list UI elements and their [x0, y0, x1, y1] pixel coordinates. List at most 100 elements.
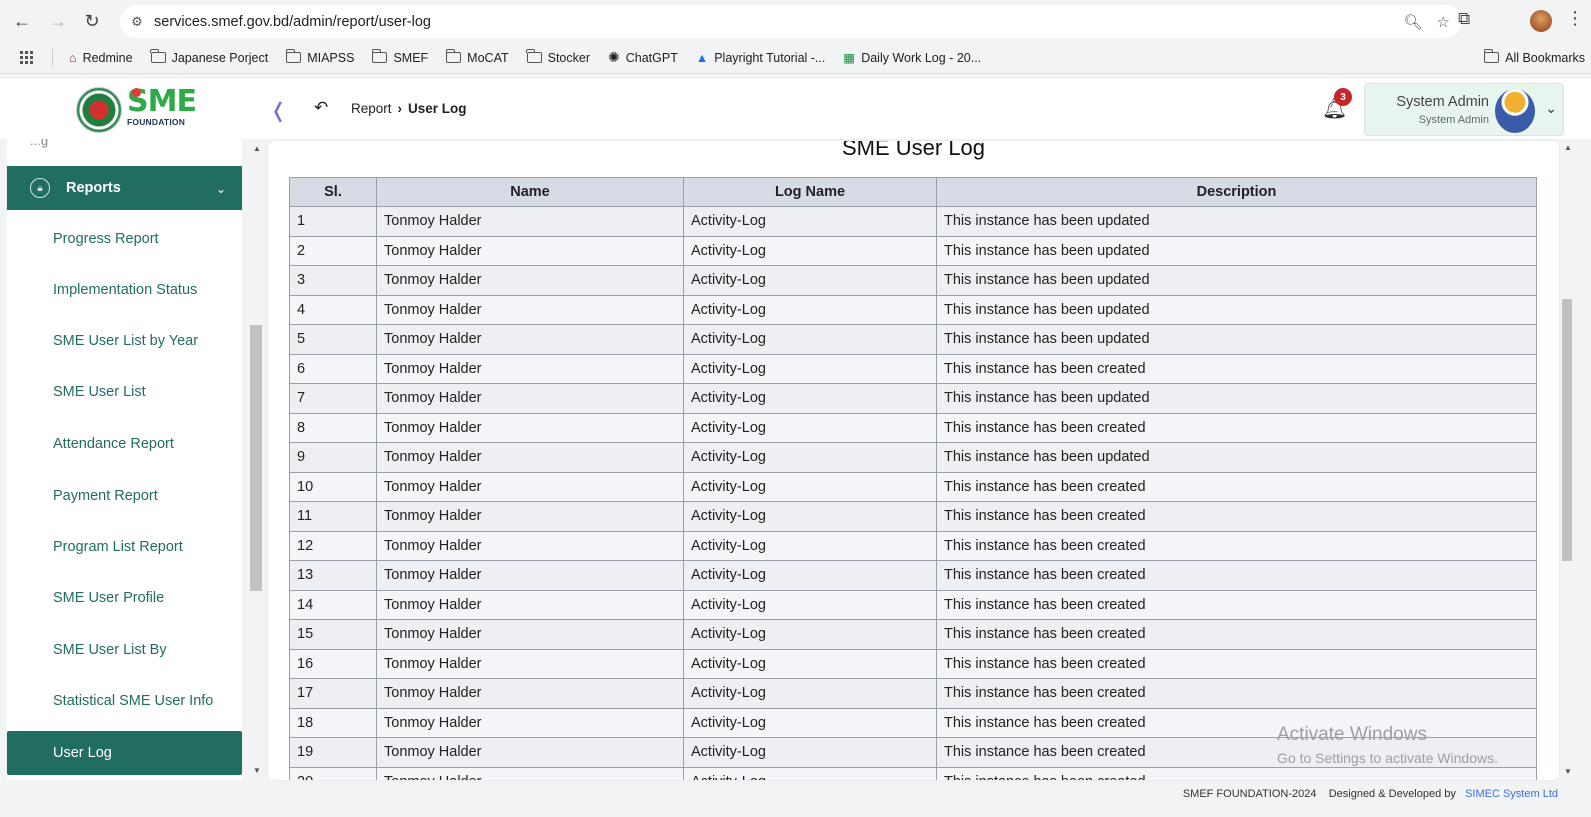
breadcrumb-current: User Log [408, 101, 467, 116]
sidebar-item-sme-user-profile[interactable]: SME User Profile [53, 590, 164, 606]
site-info-icon[interactable]: ⚙ [120, 14, 154, 30]
sidebar-item-program-list-report[interactable]: Program List Report [53, 539, 183, 555]
sidebar-item-sme-user-list-by-year[interactable]: SME User List by Year [53, 333, 198, 349]
user-menu[interactable]: System Admin System Admin ⌄ [1364, 83, 1564, 136]
footer-company-link[interactable]: SIMEC System Ltd [1465, 788, 1558, 800]
cell-sl: 7 [289, 383, 377, 414]
profile-avatar[interactable] [1530, 10, 1552, 32]
address-bar[interactable]: ⚙ services.smef.gov.bd/admin/report/user… [120, 5, 1462, 38]
cell-description: This instance has been updated [936, 442, 1537, 473]
bookmarks-bar: ⌂ Redmine Japanese Porject MIAPSS SMEF Mo… [0, 42, 1591, 74]
forward-arrow-icon[interactable]: → [46, 9, 70, 33]
table-row: 1 Tonmoy Halder Activity-Log This instance … [289, 206, 1537, 237]
table-row: 4 Tonmoy Halder Activity-Log This instance … [289, 294, 1537, 325]
cell-log-name: Activity-Log [683, 619, 937, 650]
folder-icon [445, 49, 462, 63]
sidebar-item-implementation-status[interactable]: Implementation Status [53, 282, 197, 298]
bookmark-star-icon[interactable]: ☆ [1437, 13, 1450, 31]
sme-foundation-logo[interactable]: SME FOUNDATION [127, 87, 197, 133]
bookmark-japanese-porject[interactable]: Japanese Porject [150, 49, 268, 65]
all-bookmarks[interactable]: All Bookmarks [1483, 49, 1585, 65]
reload-icon[interactable]: ↻ [80, 9, 104, 33]
sidebar-item-attendance-report[interactable]: Attendance Report [53, 436, 174, 452]
page-scrollbar[interactable]: ▲ ▼ [1561, 139, 1575, 780]
cell-sl: 4 [289, 294, 377, 325]
logo-dot [132, 88, 141, 97]
bookmark-stocker[interactable]: Stocker [526, 49, 590, 65]
table-row: 15 Tonmoy Halder Activity-Log This instance… [289, 619, 1537, 650]
bookmark-smef[interactable]: SMEF [371, 49, 428, 65]
bookmark-mocat[interactable]: MoCAT [445, 49, 509, 65]
cell-log-name: Activity-Log [683, 678, 937, 709]
sidebar-section-label: Reports [66, 180, 121, 196]
sidebar-item-sme-user-list[interactable]: SME User List [53, 384, 146, 400]
table-row: 9 Tonmoy Halder Activity-Log This instance … [289, 442, 1537, 473]
sidebar-scrollbar[interactable]: ▲ ▼ [250, 139, 264, 780]
sidebar-item-partial[interactable]: ...g [30, 139, 48, 148]
breadcrumb-report[interactable]: Report [351, 101, 392, 116]
user-log-table: Sl. Name Log Name Description 1 Tonmoy Ha… [289, 177, 1537, 780]
sidebar-item-progress-report[interactable]: Progress Report [53, 231, 159, 247]
cell-name: Tonmoy Halder [376, 707, 684, 738]
sidebar: ...g 🔒︎ Reports ⌄ Progress Report Implem… [7, 139, 242, 780]
table-row: 17 Tonmoy Halder Activity-Log This instance… [289, 678, 1537, 709]
url-text[interactable]: services.smef.gov.bd/admin/report/user-l… [154, 14, 1404, 30]
more-menu-icon[interactable]: ⋮ [1566, 8, 1584, 29]
cell-log-name: Activity-Log [683, 294, 937, 325]
cell-sl: 20 [289, 766, 377, 780]
chevron-down-icon[interactable]: ⌄ [1545, 100, 1557, 117]
activate-windows-watermark: Activate Windows Go to Settings to activ… [1277, 724, 1498, 766]
table-row: 16 Tonmoy Halder Activity-Log This instance… [289, 648, 1537, 679]
back-icon[interactable]: ↶ [314, 98, 328, 118]
scroll-down-icon[interactable]: ▼ [253, 766, 261, 775]
cell-name: Tonmoy Halder [376, 530, 684, 561]
scrollbar-thumb[interactable] [250, 325, 262, 591]
browser-toolbar: ← → ↻ ⚙ services.smef.gov.bd/admin/repor… [0, 0, 1591, 42]
folder-icon [285, 49, 302, 63]
sidebar-item-payment-report[interactable]: Payment Report [53, 488, 158, 504]
extensions-icon[interactable]: ⧉ [1458, 9, 1470, 29]
table-row: 20Tonmoy HalderActivity-LogThis instance… [289, 766, 1537, 780]
bookmark-miapss[interactable]: MIAPSS [285, 49, 354, 65]
cell-log-name: Activity-Log [683, 265, 937, 296]
cell-name: Tonmoy Halder [376, 206, 684, 237]
bookmark-chatgpt[interactable]: ✺ ChatGPT [608, 49, 678, 66]
cell-log-name: Activity-Log [683, 737, 937, 768]
cell-log-name: Activity-Log [683, 206, 937, 237]
cell-sl: 13 [289, 560, 377, 591]
cell-description: This instance has been updated [936, 235, 1537, 266]
cell-log-name: Activity-Log [683, 648, 937, 679]
cell-description: This instance has been updated [936, 383, 1537, 414]
cell-description: This instance has been created [936, 678, 1537, 709]
google-drive-icon: ▲ [695, 50, 709, 65]
bookmark-redmine[interactable]: ⌂ Redmine [69, 51, 133, 65]
bookmark-playright-tutorial[interactable]: ▲ Playright Tutorial -... [696, 51, 826, 65]
zoom-icon[interactable]: 🔍︎ [1404, 13, 1423, 31]
cell-description: This instance has been created [936, 530, 1537, 561]
apps-grid-icon[interactable] [20, 50, 34, 65]
scrollbar-thumb[interactable] [1562, 299, 1572, 561]
sidebar-collapse-icon[interactable]: ❬ [270, 98, 287, 123]
folder-icon [1483, 49, 1500, 63]
sidebar-item-sme-user-list-by[interactable]: SME User List By [53, 642, 167, 658]
avatar [1495, 89, 1535, 133]
sidebar-item-user-log[interactable]: User Log [7, 731, 242, 775]
column-header-name: Name [376, 177, 684, 207]
cell-name: Tonmoy Halder [376, 324, 684, 355]
scroll-up-icon[interactable]: ▲ [1564, 143, 1572, 152]
scroll-up-icon[interactable]: ▲ [253, 144, 261, 153]
scroll-down-icon[interactable]: ▼ [1564, 767, 1572, 776]
cell-log-name: Activity-Log [683, 707, 937, 738]
cell-description: This instance has been created [936, 560, 1537, 591]
cell-name: Tonmoy Halder [376, 501, 684, 532]
folder-icon [371, 49, 388, 63]
cell-sl: 14 [289, 589, 377, 620]
cell-name: Tonmoy Halder [376, 353, 684, 384]
sidebar-section-reports[interactable]: 🔒︎ Reports ⌄ [7, 166, 242, 210]
cell-log-name: Activity-Log [683, 560, 937, 591]
sidebar-item-statistical-sme-user-info[interactable]: Statistical SME User Info [53, 693, 213, 709]
bookmark-daily-work-log[interactable]: ▦ Daily Work Log - 20... [843, 50, 981, 66]
back-arrow-icon[interactable]: ← [10, 9, 34, 33]
cell-description: This instance has been created [936, 766, 1537, 780]
main-content: SME User Log Sl. Name Log Name Descripti… [268, 141, 1559, 780]
